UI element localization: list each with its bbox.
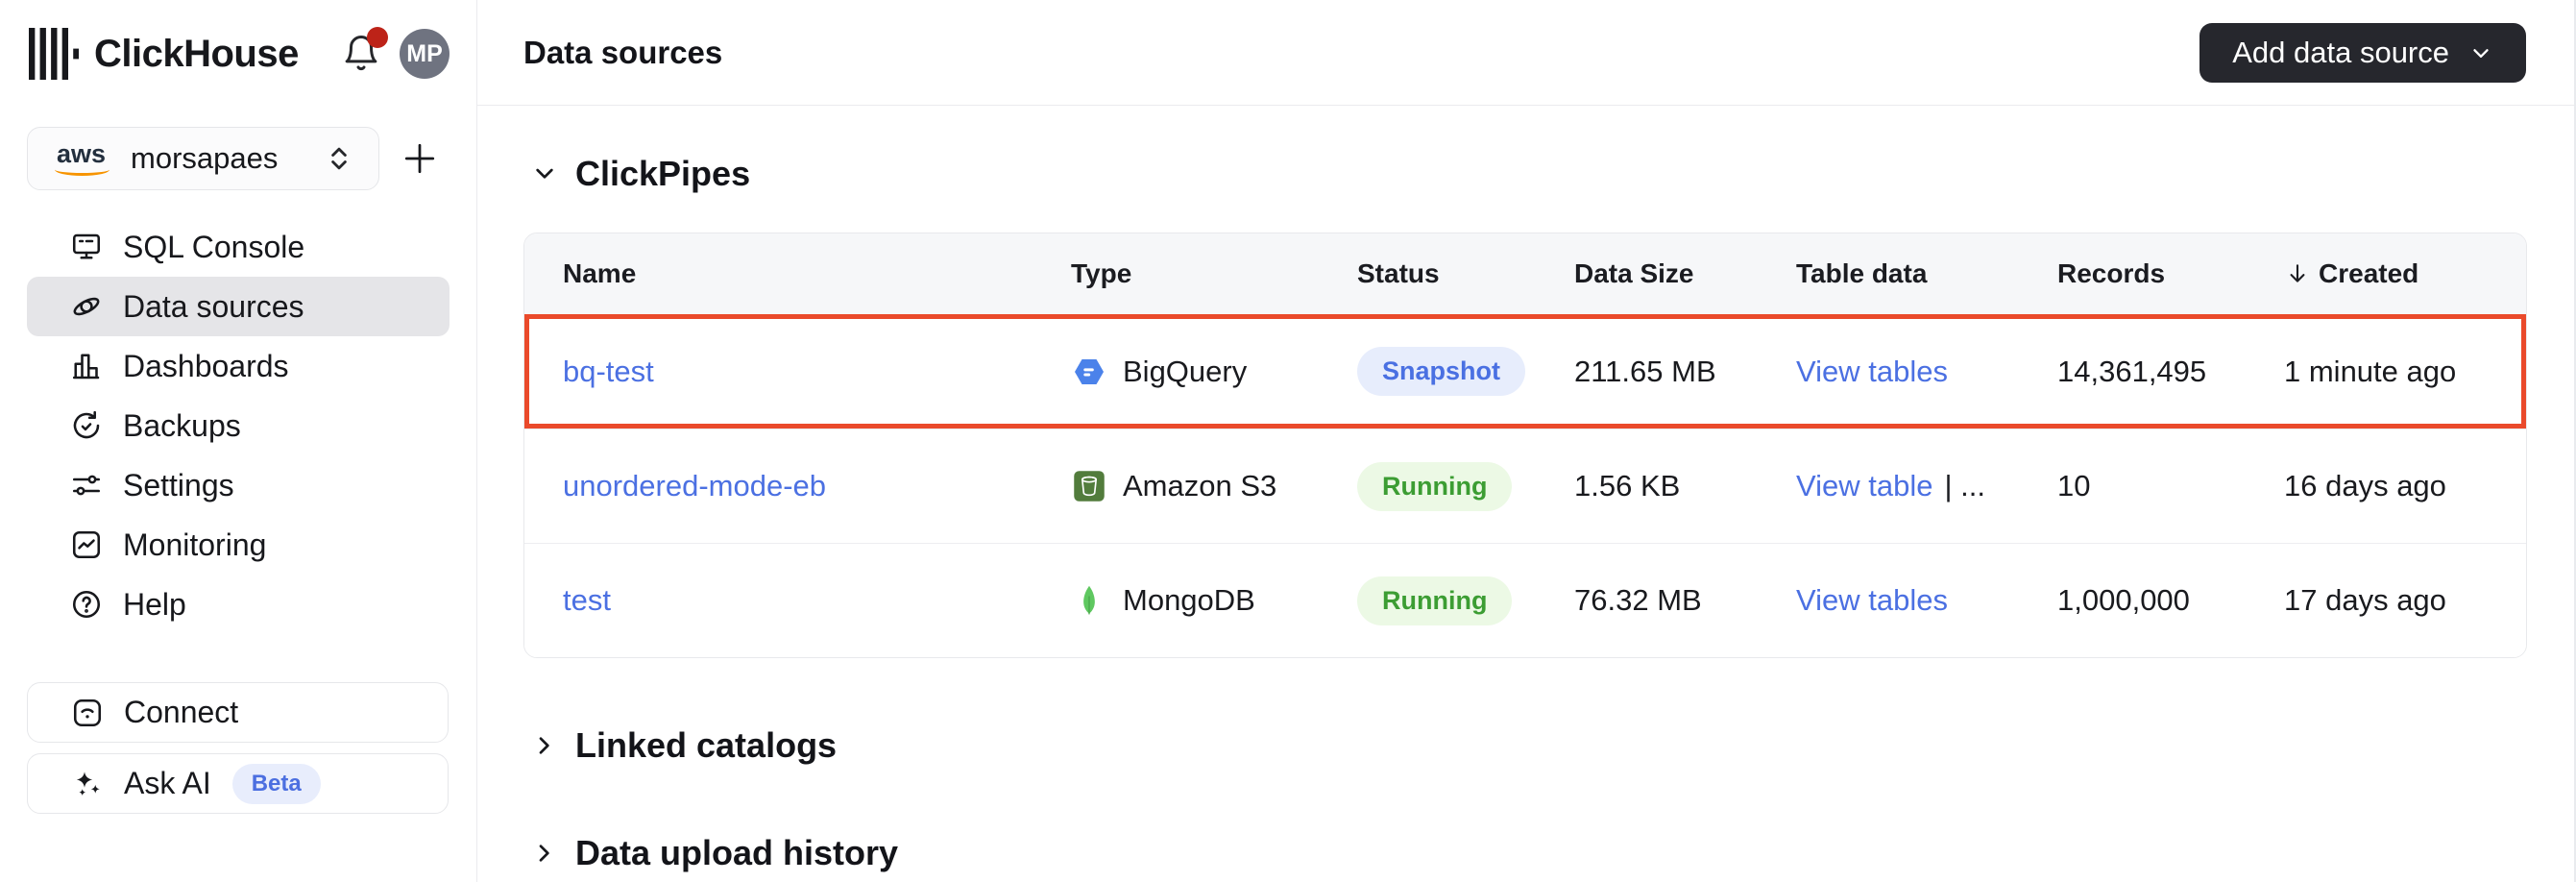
content: ClickPipes Name Type Status Data Size Ta… — [477, 106, 2576, 882]
view-tables-link[interactable]: View tables — [1796, 355, 1948, 389]
pipe-type-label: BigQuery — [1123, 355, 1247, 389]
records-value: 14,361,495 — [2057, 355, 2284, 389]
add-data-source-button[interactable]: Add data source — [2199, 23, 2526, 83]
data-sources-icon — [69, 289, 104, 324]
workspace-selector[interactable]: aws morsapaes — [27, 127, 379, 190]
page-title: Data sources — [523, 35, 722, 71]
sidebar-item-label: SQL Console — [123, 230, 304, 265]
view-table-link[interactable]: View table — [1796, 469, 1932, 503]
sparkles-icon — [70, 767, 105, 801]
column-header-status[interactable]: Status — [1357, 258, 1574, 289]
brand-name[interactable]: ClickHouse — [94, 33, 299, 76]
sidebar-footer: Connect Ask AI Beta — [27, 682, 450, 814]
add-service-button[interactable] — [393, 132, 447, 185]
chevron-down-icon — [2468, 40, 2493, 65]
connect-icon — [70, 696, 105, 730]
add-data-source-label: Add data source — [2232, 36, 2449, 70]
created-value: 1 minute ago — [2284, 355, 2526, 389]
notification-dot — [367, 27, 388, 48]
chevron-right-icon — [529, 838, 560, 869]
mongodb-icon — [1071, 582, 1107, 619]
main-area: Data sources Add data source ClickPipes — [477, 0, 2576, 882]
sidebar-item-sql-console[interactable]: SQL Console — [27, 217, 450, 277]
clickhouse-logo-icon[interactable] — [29, 28, 79, 80]
dashboards-icon — [69, 349, 104, 383]
sidebar-item-dashboards[interactable]: Dashboards — [27, 336, 450, 396]
data-size-value: 1.56 KB — [1574, 469, 1796, 503]
notifications-button[interactable] — [340, 31, 382, 77]
sidebar-item-help[interactable]: Help — [27, 575, 450, 634]
sidebar-item-label: Backups — [123, 408, 241, 444]
connect-label: Connect — [124, 695, 238, 730]
sidebar-item-label: Data sources — [123, 289, 304, 325]
sidebar-item-label: Settings — [123, 468, 234, 503]
page-header: Data sources Add data source — [477, 0, 2576, 106]
ask-ai-button[interactable]: Ask AI Beta — [27, 753, 449, 814]
sidebar-nav: SQL Console Data sources Dashboards — [27, 217, 450, 634]
created-value: 17 days ago — [2284, 583, 2526, 618]
beta-badge: Beta — [232, 764, 321, 804]
help-icon — [69, 587, 104, 622]
sidebar-item-label: Monitoring — [123, 527, 266, 563]
more-tables-button[interactable]: | ... — [1944, 469, 1985, 503]
sidebar: ClickHouse MP aws morsapaes — [0, 0, 477, 882]
table-header-row: Name Type Status Data Size Table data Re… — [524, 233, 2526, 314]
avatar[interactable]: MP — [400, 29, 450, 79]
records-value: 10 — [2057, 469, 2284, 503]
pipe-name-link[interactable]: test — [563, 583, 611, 618]
aws-icon: aws — [57, 141, 106, 176]
sidebar-item-label: Dashboards — [123, 349, 289, 384]
connect-button[interactable]: Connect — [27, 682, 449, 743]
column-header-data-size[interactable]: Data Size — [1574, 258, 1796, 289]
amazon-s3-icon — [1071, 468, 1107, 504]
section-title: ClickPipes — [575, 154, 750, 194]
plus-icon — [399, 136, 441, 181]
section-title: Linked catalogs — [575, 725, 837, 766]
status-badge: Snapshot — [1357, 347, 1525, 396]
app-window: ClickHouse MP aws morsapaes — [0, 0, 2576, 882]
bigquery-icon — [1071, 354, 1107, 390]
sql-console-icon — [69, 230, 104, 264]
workspace-name: morsapaes — [131, 141, 323, 176]
section-clickpipes[interactable]: ClickPipes — [523, 140, 2527, 208]
table-row: test MongoDB Running 76.32 MB View table… — [524, 543, 2526, 657]
column-header-table-data[interactable]: Table data — [1796, 258, 2057, 289]
workspace-row: aws morsapaes — [27, 127, 450, 190]
view-tables-link[interactable]: View tables — [1796, 583, 1948, 618]
table-row: bq-test BigQuery Snapshot 211.65 MB — [524, 314, 2526, 429]
sidebar-logo-row: ClickHouse MP — [0, 0, 476, 83]
clickpipes-table: Name Type Status Data Size Table data Re… — [523, 233, 2527, 658]
section-data-upload-history[interactable]: Data upload history — [523, 820, 2527, 882]
section-title: Data upload history — [575, 833, 898, 873]
status-badge: Running — [1357, 462, 1512, 511]
chevron-right-icon — [529, 730, 560, 761]
pipe-name-link[interactable]: unordered-mode-eb — [563, 469, 826, 503]
pipe-name-link[interactable]: bq-test — [563, 355, 654, 389]
records-value: 1,000,000 — [2057, 583, 2284, 618]
pipe-type-label: Amazon S3 — [1123, 469, 1276, 503]
pipe-type-label: MongoDB — [1123, 583, 1255, 618]
settings-sliders-icon — [69, 468, 104, 502]
column-header-name[interactable]: Name — [563, 258, 1071, 289]
sidebar-item-backups[interactable]: Backups — [27, 396, 450, 455]
column-header-type[interactable]: Type — [1071, 258, 1357, 289]
monitoring-icon — [69, 527, 104, 562]
ask-ai-label: Ask AI — [124, 766, 211, 801]
column-header-records[interactable]: Records — [2057, 258, 2284, 289]
sidebar-item-settings[interactable]: Settings — [27, 455, 450, 515]
table-row: unordered-mode-eb Amazon S3 Running 1.5 — [524, 429, 2526, 543]
data-size-value: 211.65 MB — [1574, 355, 1796, 389]
created-value: 16 days ago — [2284, 469, 2526, 503]
backups-icon — [69, 408, 104, 443]
data-size-value: 76.32 MB — [1574, 583, 1796, 618]
sort-desc-icon — [2284, 260, 2311, 287]
chevron-down-icon — [529, 159, 560, 189]
column-header-created[interactable]: Created — [2284, 258, 2526, 289]
status-badge: Running — [1357, 576, 1512, 625]
chevron-up-down-icon — [323, 142, 355, 175]
section-linked-catalogs[interactable]: Linked catalogs — [523, 712, 2527, 779]
sidebar-item-label: Help — [123, 587, 186, 623]
sidebar-item-data-sources[interactable]: Data sources — [27, 277, 450, 336]
sidebar-item-monitoring[interactable]: Monitoring — [27, 515, 450, 575]
